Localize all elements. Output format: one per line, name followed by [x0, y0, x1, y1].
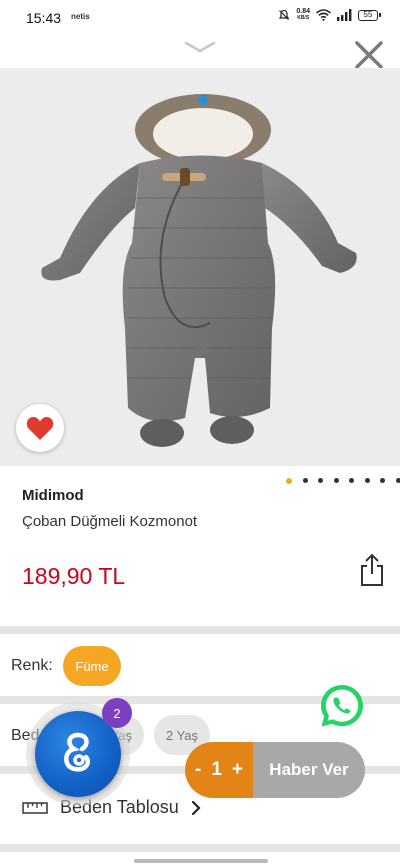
wifi-icon [316, 9, 331, 21]
favorite-button[interactable] [16, 404, 64, 452]
quantity-notify-bar: - 1 + Haber Ver [185, 742, 365, 798]
product-image[interactable] [0, 68, 400, 466]
product-price: 189,90 TL [22, 563, 126, 589]
mute-icon [279, 9, 290, 20]
product-name: Çoban Düğmeli Kozmonot [22, 513, 198, 530]
snowsuit-illustration [41, 94, 357, 447]
color-label: Renk: [11, 657, 53, 674]
home-indicator[interactable] [134, 859, 268, 863]
quantity-minus-button[interactable]: - [195, 759, 201, 781]
share-icon[interactable] [358, 553, 386, 587]
ruler-icon [22, 801, 48, 814]
heart-icon [26, 417, 54, 440]
quantity-plus-button[interactable]: + [232, 759, 243, 781]
chat-logo-icon [64, 732, 91, 772]
divider [0, 626, 400, 634]
status-bar: 15:43 netis 0.84 KB/S 55 [0, 0, 400, 34]
pager-dot[interactable] [380, 478, 385, 483]
whatsapp-icon[interactable] [318, 682, 366, 730]
notify-me-button[interactable]: Haber Ver [253, 742, 365, 798]
close-icon[interactable] [352, 38, 386, 72]
pager-dot[interactable] [364, 478, 370, 483]
pager-dot[interactable] [349, 478, 354, 483]
pager-dot[interactable] [333, 478, 339, 483]
quantity-stepper: - 1 + [185, 742, 253, 798]
pager-dot[interactable] [286, 477, 292, 484]
status-time: 15:43 [26, 10, 62, 26]
image-pager[interactable] [286, 477, 400, 484]
chevron-right-icon [191, 800, 201, 815]
status-app-label: netis [71, 12, 90, 21]
net-speed-value: 0.84 [296, 8, 310, 15]
signal-icon [337, 9, 352, 21]
divider [0, 844, 400, 852]
quantity-value: 1 [211, 759, 222, 780]
pager-dot[interactable] [318, 478, 323, 483]
pager-dot[interactable] [302, 478, 308, 483]
chat-unread-badge: 2 [102, 698, 132, 728]
product-brand: Midimod [22, 487, 84, 504]
chevron-down-icon[interactable] [184, 38, 216, 56]
net-speed-unit: KB/S [297, 15, 310, 21]
status-icons: 0.84 KB/S 55 [278, 8, 381, 22]
net-speed: 0.84 KB/S [296, 8, 310, 22]
battery-icon: 55 [358, 9, 381, 21]
color-option[interactable]: Füme [63, 646, 121, 686]
pager-dot[interactable] [395, 478, 400, 483]
size-table-link[interactable]: Beden Tablosu [22, 797, 201, 818]
